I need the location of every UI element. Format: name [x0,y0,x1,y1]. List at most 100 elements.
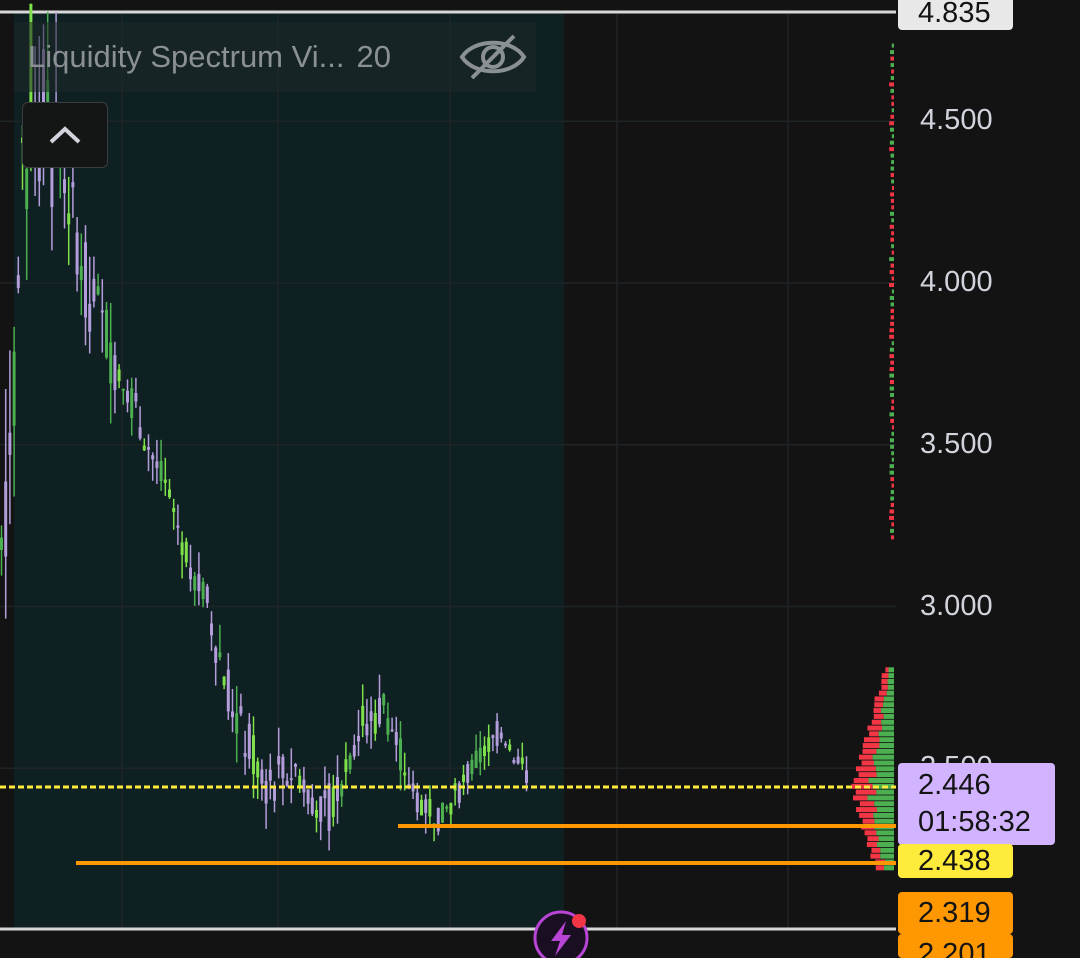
volume-bar-sell [864,737,880,743]
candle-body [184,541,188,563]
volume-bar [891,231,894,236]
volume-bar-buy [874,818,894,824]
candle-body [235,713,239,734]
volume-bar [891,405,894,410]
candle-body [399,738,402,771]
candle-body [0,537,3,550]
level-tag-1-value: 2.438 [918,844,991,877]
volume-bar [889,82,894,87]
volume-bar [891,179,894,184]
volume-bar [890,496,894,501]
volume-bar-buy [887,678,894,684]
volume-bar-buy [888,673,894,679]
candle-body [378,697,381,725]
level-tag-3: 2.201 [898,934,1013,958]
candle-body [92,278,96,302]
lightning-icon[interactable] [533,910,589,958]
volume-bar [890,56,894,61]
volume-bar [890,75,894,80]
volume-bar-buy [880,847,894,853]
volume-bar-buy [876,789,894,795]
volume-bar-buy [876,772,894,778]
volume-bar [889,127,894,132]
volume-bar [890,392,894,397]
volume-bar [890,418,894,423]
candle-body [462,774,465,782]
candle-body [176,525,180,528]
volume-bar-sell [881,678,888,684]
volume-bar-buy [882,725,894,731]
candle-body [520,757,524,764]
level-tag-2: 2.319 [898,892,1013,934]
candle-body [163,479,167,483]
candle-body [226,669,230,712]
volume-bar [890,114,894,119]
candle-body [96,286,100,295]
volume-bar [891,431,894,436]
volume-bar-sell [881,673,889,679]
eye-off-icon[interactable] [454,30,532,84]
volume-bar [890,153,894,158]
candle-body [319,796,323,822]
collapse-legend-button[interactable] [22,102,108,168]
indicator-title: Liquidity Spectrum Vi... [28,39,345,74]
current-price-tag: 2.446 01:58:32 [898,763,1055,845]
volume-bar-buy [876,748,894,754]
volume-bar [889,509,894,514]
candle-body [189,567,192,580]
candle-body [247,723,251,759]
candle-body [79,266,83,281]
volume-bar-sell [871,847,881,853]
volume-bar [891,457,894,462]
volume-bar-buy [880,853,894,859]
volume-bar [890,198,894,203]
volume-bar [891,244,894,249]
candle-body [67,213,71,225]
volume-bar-sell [853,777,869,783]
volume-bar [889,147,894,152]
volume-bar [890,308,894,313]
candle-body [117,369,121,382]
volume-bar-sell [856,807,877,813]
candle-body [151,455,155,460]
candle-body [4,481,8,557]
indicator-param: 20 [356,39,391,74]
candle-body [294,764,297,767]
candle-body [252,735,255,775]
candle-body [386,718,390,735]
volume-bar [891,43,894,48]
volume-bar [890,321,894,326]
volume-bar [891,250,894,255]
candle-body [260,769,264,784]
volume-bar-sell [869,731,879,737]
indicator-legend[interactable]: Liquidity Spectrum Vi... 20 [14,22,536,92]
volume-bar [890,444,894,449]
volume-bar [891,522,894,527]
volume-bar [891,399,894,404]
volume-bar-buy [873,812,894,818]
candle-body [130,388,134,419]
volume-bar [889,270,894,275]
volume-bar-buy [879,737,894,743]
top-price-tag: 4.835 [898,0,1013,30]
candle-body [121,388,125,391]
volume-bar-sell [878,690,887,696]
volume-bar-buy [879,743,894,749]
volume-bar-buy [883,713,894,719]
volume-bar [891,276,894,281]
volume-bar [889,295,894,300]
volume-bar [891,341,894,346]
volume-bar [890,490,894,495]
volume-bar-sell [859,801,875,807]
candle-body [508,744,512,751]
candle-body [264,781,268,804]
volume-bar [889,211,894,216]
volume-bar-sell [853,795,868,801]
candle-body [210,623,213,636]
volume-bar [890,88,894,93]
candle-body [63,179,66,194]
volume-bar [891,185,894,190]
volume-bar [891,483,894,488]
volume-bar [889,354,894,359]
candle-body [105,309,108,358]
